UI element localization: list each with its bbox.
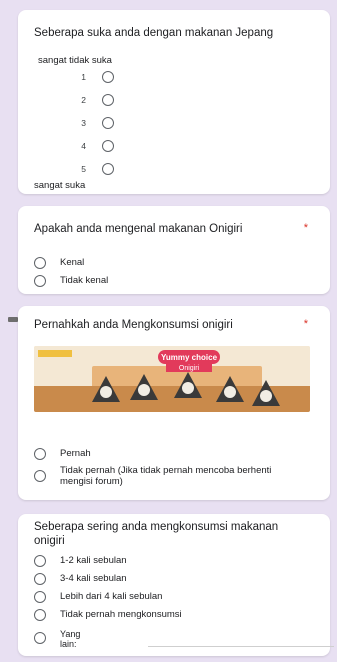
radio-circle-icon[interactable]: [34, 275, 46, 287]
question-card-consumed-onigiri: Pernahkah anda Mengkonsumsi onigiri * Yu…: [18, 306, 330, 500]
required-mark: *: [303, 318, 308, 330]
onigiri-shape: [216, 376, 244, 402]
scale-number: 4: [81, 141, 86, 151]
question-card-know-onigiri: Apakah anda mengenal makanan Onigiri * K…: [18, 206, 330, 294]
scale-number: 3: [81, 118, 86, 128]
radio-circle-icon[interactable]: [34, 555, 46, 567]
store-tag: [38, 350, 72, 357]
required-mark: *: [303, 222, 308, 234]
option-3-4-kali[interactable]: 3-4 kali sebulan: [34, 573, 127, 585]
scale-option-5[interactable]: 5: [68, 160, 114, 178]
radio-circle-icon[interactable]: [34, 591, 46, 603]
onigiri-shape: [92, 376, 120, 402]
radio-circle-icon[interactable]: [102, 94, 114, 106]
radio-circle-icon[interactable]: [102, 140, 114, 152]
question-title: Seberapa sering anda mengkonsumsi makana…: [34, 521, 279, 547]
option-label: Tidak pernah mengkonsumsi: [60, 609, 182, 620]
question-title: Apakah anda mengenal makanan Onigiri: [34, 223, 243, 235]
other-text-field[interactable]: [148, 646, 334, 647]
option-pernah[interactable]: Pernah: [34, 448, 91, 460]
radio-circle-icon[interactable]: [34, 470, 46, 482]
scale-number: 5: [81, 164, 86, 174]
radio-circle-icon[interactable]: [102, 117, 114, 129]
option-lebih-dari-4[interactable]: Lebih dari 4 kali sebulan: [34, 591, 162, 603]
radio-circle-icon[interactable]: [34, 573, 46, 585]
scale-option-4[interactable]: 4: [68, 137, 114, 155]
scale-option-2[interactable]: 2: [68, 91, 114, 109]
option-label: 3-4 kali sebulan: [60, 573, 127, 584]
option-tidak-pernah[interactable]: Tidak pernah (Jika tidak pernah mencoba …: [34, 465, 304, 487]
onigiri-shape: [252, 380, 280, 406]
radio-circle-icon[interactable]: [102, 71, 114, 83]
scale-option-3[interactable]: 3: [68, 114, 114, 132]
radio-circle-icon[interactable]: [34, 257, 46, 269]
option-label: Pernah: [60, 448, 91, 459]
option-label: Tidak kenal: [60, 275, 109, 286]
option-kenal[interactable]: Kenal: [34, 257, 84, 269]
option-tidak-kenal[interactable]: Tidak kenal: [34, 275, 108, 287]
onigiri-shape: [130, 374, 158, 400]
radio-circle-icon[interactable]: [34, 609, 46, 621]
onigiri-product-image: Yummy choice Onigiri: [34, 346, 310, 412]
scale-number: 1: [81, 72, 86, 82]
onigiri-shape: [174, 372, 202, 398]
option-label: Yang lain:: [60, 629, 81, 649]
radio-circle-icon[interactable]: [102, 163, 114, 175]
option-label: 1-2 kali sebulan: [60, 555, 127, 566]
option-label: Tidak pernah (Jika tidak pernah mencoba …: [60, 465, 272, 487]
question-title: Seberapa suka anda dengan makanan Jepang: [34, 27, 274, 39]
question-card-frequency: Seberapa sering anda mengkonsumsi makana…: [18, 514, 334, 656]
option-1-2-kali[interactable]: 1-2 kali sebulan: [34, 555, 127, 567]
question-title: Pernahkah anda Mengkonsumsi onigiri: [34, 319, 233, 331]
option-label: Kenal: [60, 257, 85, 268]
question-card-japanese-food: Seberapa suka anda dengan makanan Jepang…: [18, 10, 330, 194]
brand-text: Yummy: [160, 352, 190, 362]
side-indicator: [8, 317, 18, 322]
product-label: Onigiri: [166, 364, 212, 372]
scale-option-1[interactable]: 1: [68, 68, 114, 86]
scale-number: 2: [81, 95, 86, 105]
scale-high-label: sangat suka: [34, 180, 86, 191]
option-label: Lebih dari 4 kali sebulan: [60, 591, 163, 602]
radio-circle-icon[interactable]: [34, 448, 46, 460]
option-tidak-pernah-konsumsi[interactable]: Tidak pernah mengkonsumsi: [34, 609, 182, 621]
brand-text-2: choice: [191, 352, 218, 362]
radio-circle-icon[interactable]: [34, 632, 46, 644]
scale-low-label: sangat tidak suka: [38, 55, 112, 66]
option-other[interactable]: Yang lain:: [34, 629, 80, 649]
brand-logo: Yummy choice: [158, 350, 220, 364]
